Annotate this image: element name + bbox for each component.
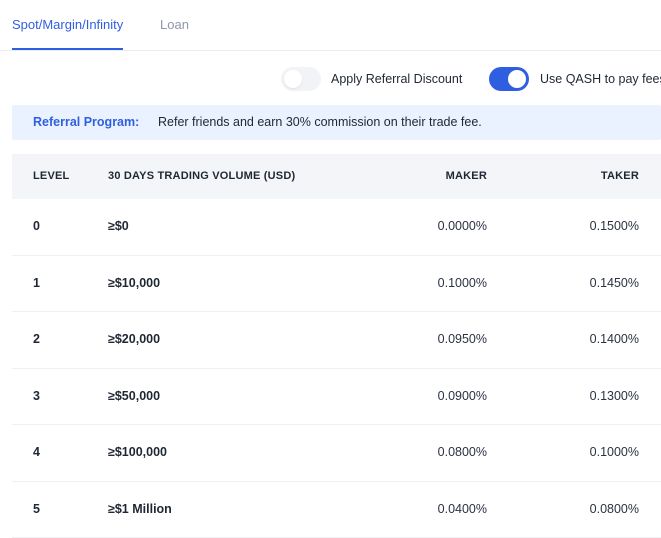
table-row: 2 ≥$20,000 0.0950% 0.1400%: [12, 312, 661, 369]
row-taker-fee: 0.1000%: [590, 425, 639, 480]
row-taker-fee: 0.1300%: [590, 369, 639, 424]
table-row: 5 ≥$1 Million 0.0400% 0.0800%: [12, 482, 661, 538]
row-level: 4: [33, 425, 40, 480]
referral-discount-label: Apply Referral Discount: [331, 66, 462, 92]
table-header: LEVEL 30 DAYS TRADING VOLUME (USD) MAKER…: [12, 154, 661, 199]
row-level: 5: [33, 482, 40, 537]
row-level: 1: [33, 256, 40, 311]
row-volume: ≥$10,000: [108, 256, 160, 311]
table-row: 4 ≥$100,000 0.0800% 0.1000%: [12, 425, 661, 482]
table-row: 0 ≥$0 0.0000% 0.1500%: [12, 199, 661, 256]
qash-fees-label: Use QASH to pay fees: [540, 66, 661, 92]
row-volume: ≥$100,000: [108, 425, 167, 480]
header-taker: TAKER: [601, 154, 639, 199]
qash-fees-toggle[interactable]: [489, 67, 529, 91]
fee-tabs: Spot/Margin/Infinity Loan: [0, 0, 661, 51]
row-taker-fee: 0.1450%: [590, 256, 639, 311]
row-volume: ≥$1 Million: [108, 482, 172, 537]
header-volume: 30 DAYS TRADING VOLUME (USD): [108, 154, 295, 199]
fee-options: Apply Referral Discount Use QASH to pay …: [0, 66, 661, 92]
row-maker-fee: 0.1000%: [438, 256, 487, 311]
referral-discount-toggle[interactable]: [281, 67, 321, 91]
fee-table: LEVEL 30 DAYS TRADING VOLUME (USD) MAKER…: [12, 154, 661, 538]
header-maker: MAKER: [446, 154, 487, 199]
referral-banner-text: Refer friends and earn 30% commission on…: [158, 105, 482, 140]
referral-banner: Referral Program: Refer friends and earn…: [12, 105, 661, 140]
row-level: 3: [33, 369, 40, 424]
toggle-knob: [284, 70, 302, 88]
row-taker-fee: 0.0800%: [590, 482, 639, 537]
row-taker-fee: 0.1500%: [590, 199, 639, 254]
toggle-knob: [508, 70, 526, 88]
row-volume: ≥$20,000: [108, 312, 160, 367]
row-maker-fee: 0.0000%: [438, 199, 487, 254]
row-maker-fee: 0.0900%: [438, 369, 487, 424]
row-maker-fee: 0.0950%: [438, 312, 487, 367]
row-volume: ≥$50,000: [108, 369, 160, 424]
header-level: LEVEL: [33, 154, 69, 199]
row-level: 2: [33, 312, 40, 367]
row-volume: ≥$0: [108, 199, 129, 254]
row-taker-fee: 0.1400%: [590, 312, 639, 367]
row-level: 0: [33, 199, 40, 254]
row-maker-fee: 0.0400%: [438, 482, 487, 537]
row-maker-fee: 0.0800%: [438, 425, 487, 480]
table-row: 3 ≥$50,000 0.0900% 0.1300%: [12, 369, 661, 426]
tab-loan[interactable]: Loan: [160, 0, 189, 49]
table-row: 1 ≥$10,000 0.1000% 0.1450%: [12, 256, 661, 313]
referral-banner-title: Referral Program:: [33, 105, 139, 140]
tab-spot-margin-infinity[interactable]: Spot/Margin/Infinity: [12, 0, 123, 49]
